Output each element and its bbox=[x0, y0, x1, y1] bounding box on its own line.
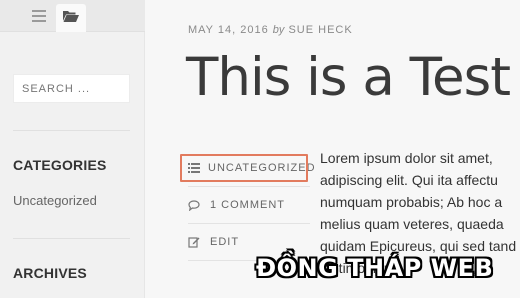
excerpt-line: numquam probabis; Ab hoc a bbox=[320, 194, 503, 210]
meta-comments[interactable]: 1 COMMENT bbox=[188, 187, 310, 224]
menu-icon bbox=[32, 9, 46, 27]
folder-open-icon bbox=[63, 9, 79, 27]
post-title[interactable]: This is a Test bbox=[186, 47, 511, 108]
sidebar-divider bbox=[13, 130, 130, 131]
tab-folder[interactable] bbox=[56, 4, 86, 32]
comments-label: 1 COMMENT bbox=[210, 199, 285, 211]
byline-by: by bbox=[272, 24, 285, 36]
sidebar: CATEGORIES Uncategorized ARCHIVES bbox=[0, 0, 145, 298]
excerpt-line: adipiscing elit. Qui ita affectu bbox=[320, 172, 498, 188]
categories-heading: CATEGORIES bbox=[13, 157, 107, 173]
post-author[interactable]: SUE HECK bbox=[288, 24, 352, 36]
tab-menu[interactable] bbox=[24, 4, 54, 32]
edit-label: EDIT bbox=[210, 236, 240, 248]
sidebar-divider bbox=[13, 238, 130, 239]
post-date[interactable]: MAY 14, 2016 bbox=[188, 24, 269, 36]
post-byline: MAY 14, 2016 by SUE HECK bbox=[188, 24, 353, 36]
excerpt-line: melius quam veteres, quaeda bbox=[320, 216, 504, 232]
comment-icon bbox=[188, 199, 202, 211]
category-link-uncategorized[interactable]: Uncategorized bbox=[13, 193, 97, 208]
watermark: ĐỒNG THÁP WEB bbox=[256, 254, 494, 282]
archives-heading: ARCHIVES bbox=[13, 265, 87, 281]
sidebar-tabs bbox=[0, 0, 145, 32]
category-highlight-box bbox=[180, 154, 308, 182]
search-input[interactable] bbox=[13, 74, 130, 103]
edit-icon bbox=[188, 236, 202, 248]
excerpt-line: Lorem ipsum dolor sit amet, bbox=[320, 150, 493, 166]
